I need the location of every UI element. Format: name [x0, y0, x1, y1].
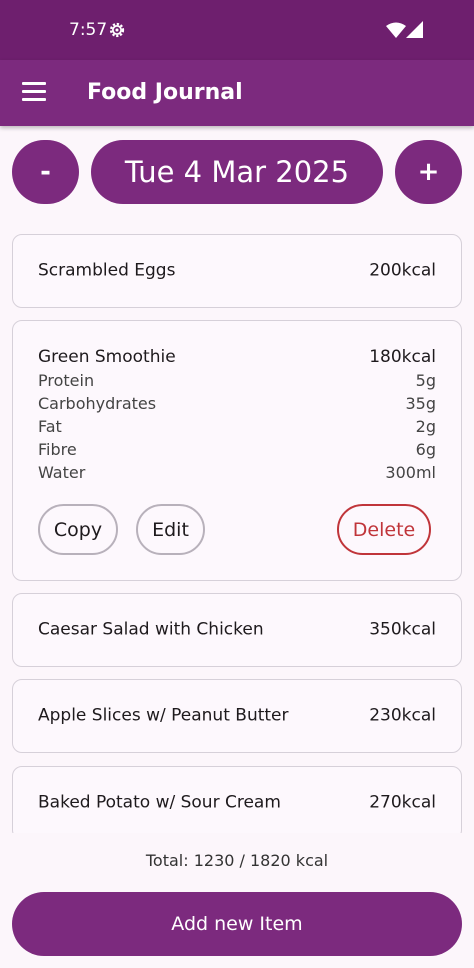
food-entry-card[interactable]: Baked Potato w/ Sour Cream 270kcal	[12, 766, 462, 833]
delete-button[interactable]: Delete	[337, 504, 431, 555]
food-name: Baked Potato w/ Sour Cream	[38, 792, 281, 813]
nutrient-row: Fibre 6g	[38, 438, 436, 461]
nutrient-value: 6g	[415, 440, 436, 459]
nutrient-value: 5g	[415, 371, 436, 390]
food-name: Caesar Salad with Chicken	[38, 619, 264, 640]
nutrient-row: Water 300ml	[38, 461, 436, 484]
food-name: Scrambled Eggs	[38, 260, 176, 281]
food-name: Apple Slices w/ Peanut Butter	[38, 705, 289, 726]
daily-total: Total: 1230 / 1820 kcal	[145, 851, 329, 870]
add-new-item-button[interactable]: Add new Item	[12, 892, 462, 956]
food-kcal: 200kcal	[369, 260, 436, 281]
status-time: 7:57	[69, 20, 108, 40]
nutrient-value: 35g	[405, 394, 436, 413]
nutrient-row: Protein 5g	[38, 369, 436, 392]
food-entry-card[interactable]: Caesar Salad with Chicken 350kcal	[12, 593, 462, 667]
wifi-icon	[386, 22, 406, 38]
food-entry-card-expanded[interactable]: Green Smoothie 180kcal Protein 5g Carboh…	[12, 320, 462, 581]
cell-signal-icon	[406, 21, 423, 38]
copy-button[interactable]: Copy	[38, 504, 118, 555]
date-picker-button[interactable]: Tue 4 Mar 2025	[91, 140, 383, 204]
food-kcal: 350kcal	[369, 619, 436, 640]
previous-day-button[interactable]: -	[12, 140, 79, 204]
food-kcal: 230kcal	[369, 705, 436, 726]
nutrient-label: Protein	[38, 371, 95, 390]
edit-button[interactable]: Edit	[136, 504, 205, 555]
food-name: Green Smoothie	[38, 347, 176, 367]
food-entry-card[interactable]: Apple Slices w/ Peanut Butter 230kcal	[12, 679, 462, 753]
app-title: Food Journal	[87, 80, 243, 105]
nutrient-value: 300ml	[385, 463, 436, 482]
hamburger-menu-icon[interactable]	[22, 82, 46, 102]
status-bar: 7:57	[0, 0, 474, 60]
nutrient-label: Water	[38, 463, 86, 482]
nutrient-label: Fat	[38, 417, 62, 436]
next-day-button[interactable]: +	[395, 140, 462, 204]
nutrient-value: 2g	[415, 417, 436, 436]
nutrient-row: Fat 2g	[38, 415, 436, 438]
app-bar: Food Journal	[0, 60, 474, 126]
food-kcal: 270kcal	[369, 792, 436, 813]
food-kcal: 180kcal	[369, 347, 436, 367]
food-entry-list[interactable]: Scrambled Eggs 200kcal Green Smoothie 18…	[0, 220, 474, 833]
nutrient-label: Fibre	[38, 440, 77, 459]
nutrient-row: Carbohydrates 35g	[38, 392, 436, 415]
nutrient-label: Carbohydrates	[38, 394, 157, 413]
food-entry-card[interactable]: Scrambled Eggs 200kcal	[12, 234, 462, 308]
settings-gear-icon	[109, 22, 125, 38]
